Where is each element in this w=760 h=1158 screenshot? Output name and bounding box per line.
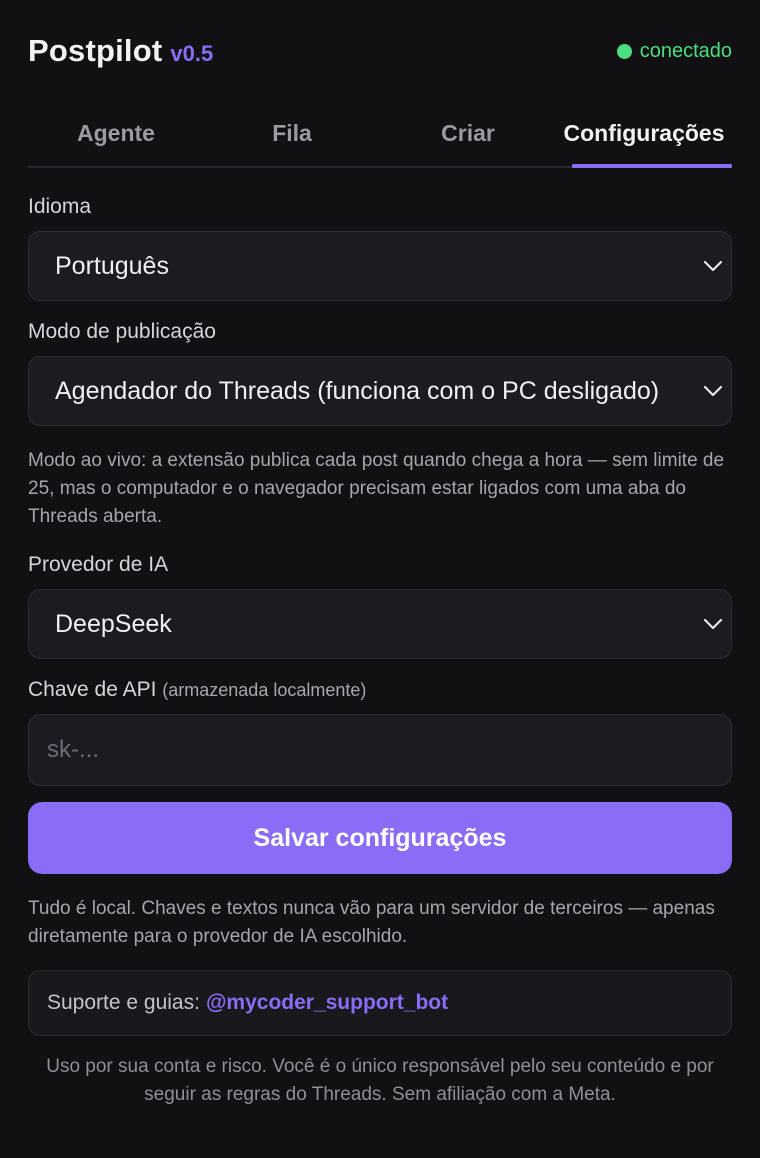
- connection-status: conectado: [616, 39, 732, 63]
- ai-provider-select-value: DeepSeek: [55, 609, 172, 638]
- publish-mode-select-value: Agendador do Threads (funciona com o PC …: [55, 376, 660, 405]
- status-text: conectado: [639, 39, 732, 62]
- app-version: v0.5: [170, 41, 214, 66]
- publish-mode-label: Modo de publicação: [28, 320, 216, 343]
- support-box: Suporte e guias: @mycoder_support_bot: [28, 970, 732, 1036]
- settings-panel: Postpilot v0.5 conectado Agente Fila Cri…: [0, 0, 760, 1158]
- tab-fila[interactable]: Fila: [204, 100, 380, 166]
- support-prefix: Suporte e guias:: [47, 991, 200, 1014]
- header: Postpilot v0.5 conectado: [28, 0, 732, 100]
- publish-mode-select[interactable]: Agendador do Threads (funciona com o PC …: [28, 356, 732, 426]
- language-select-value: Português: [55, 251, 169, 280]
- privacy-note: Tudo é local. Chaves e textos nunca vão …: [28, 898, 715, 947]
- chevron-down-icon: [703, 260, 723, 272]
- disclaimer: Uso por sua conta e risco. Você é o únic…: [46, 1056, 714, 1105]
- tab-agente[interactable]: Agente: [28, 100, 204, 166]
- save-settings-button[interactable]: Salvar configurações: [28, 802, 732, 874]
- support-bot-link[interactable]: @mycoder_support_bot: [206, 991, 448, 1015]
- api-key-label: Chave de API (armazenada localmente): [28, 678, 366, 702]
- tab-bar: Agente Fila Criar Configurações: [28, 100, 732, 168]
- status-dot-icon: [616, 43, 632, 59]
- publish-mode-help: Modo ao vivo: a extensão publica cada po…: [28, 450, 725, 527]
- tab-configuracoes[interactable]: Configurações: [556, 100, 732, 168]
- language-select[interactable]: Português: [28, 231, 732, 301]
- brand: Postpilot v0.5: [28, 33, 213, 69]
- ai-provider-label: Provedor de IA: [28, 553, 169, 576]
- chevron-down-icon: [703, 618, 723, 630]
- ai-provider-select[interactable]: DeepSeek: [28, 589, 732, 659]
- api-key-label-text: Chave de API: [28, 678, 157, 701]
- api-key-input[interactable]: [28, 714, 732, 786]
- tab-criar[interactable]: Criar: [380, 100, 556, 166]
- chevron-down-icon: [703, 385, 723, 397]
- api-key-label-note: (armazenada localmente): [162, 680, 367, 700]
- language-label: Idioma: [28, 195, 92, 218]
- app-name: Postpilot: [28, 33, 163, 68]
